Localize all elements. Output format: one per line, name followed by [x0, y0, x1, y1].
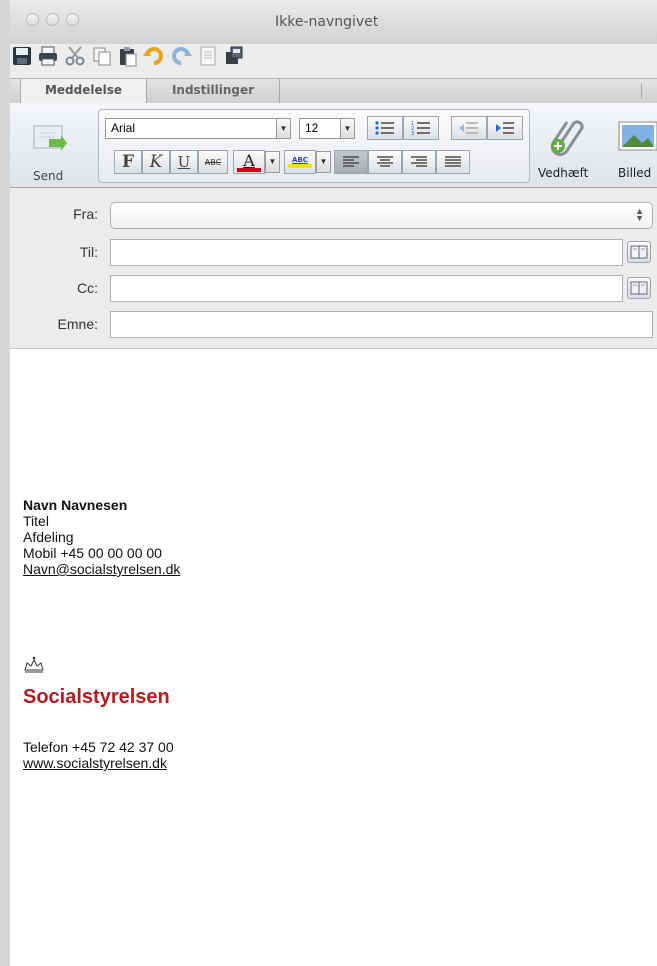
picture-icon: [618, 121, 657, 151]
crown-logo-icon: [24, 656, 44, 673]
justify-button[interactable]: [436, 150, 470, 174]
font-group: Arial ▼ 12 ▼ 123 F K U ABC A ▼ ABC ▼: [98, 109, 530, 183]
signature-mobile: Mobil +45 00 00 00 00: [23, 545, 162, 561]
attach-button[interactable]: Vedhæft: [534, 111, 600, 183]
increase-indent-button[interactable]: [487, 116, 523, 140]
title-bar: Ikke-navngivet: [10, 0, 657, 44]
chevron-down-icon[interactable]: ▼: [265, 151, 280, 173]
tab-divider: [641, 83, 642, 99]
save-icon[interactable]: [10, 44, 34, 68]
indent-icon: [496, 122, 514, 134]
from-label: Fra:: [73, 206, 98, 222]
ribbon: Send Arial ▼ 12 ▼ 123 F K U ABC A ▼ ABC …: [10, 103, 657, 188]
cut-icon[interactable]: [63, 44, 87, 68]
picture-label: Billed: [618, 166, 652, 180]
outdent-icon: [459, 122, 478, 134]
paste-icon[interactable]: [116, 44, 140, 68]
highlight-label: ABC: [292, 156, 308, 164]
align-left-button[interactable]: [334, 150, 368, 174]
svg-text:3: 3: [411, 131, 414, 135]
signature-phone: Telefon +45 72 42 37 00: [23, 739, 174, 755]
scrapbook-icon[interactable]: [222, 44, 246, 68]
window-title: Ikke-navngivet: [275, 14, 379, 30]
bullet-list-icon: [375, 121, 394, 135]
signature-name: Navn Navnesen: [23, 497, 128, 513]
signature-title: Titel: [23, 513, 49, 529]
numbered-list-button[interactable]: 123: [403, 116, 439, 140]
font-color-label: A: [243, 150, 255, 170]
redo-icon[interactable]: [169, 44, 193, 68]
chevron-down-icon[interactable]: ▼: [340, 118, 355, 139]
decrease-indent-button[interactable]: [451, 116, 487, 140]
cc-label: Cc:: [77, 280, 98, 296]
copy-icon[interactable]: [90, 44, 114, 68]
undo-icon[interactable]: [142, 44, 166, 68]
bold-button[interactable]: F: [114, 150, 142, 174]
compose-window: Ikke-navngivet Meddelelse Indstillinger …: [10, 0, 657, 966]
website-link[interactable]: www.socialstyrelsen.dk: [23, 755, 167, 771]
chevron-down-icon[interactable]: ▼: [316, 151, 331, 173]
underline-button[interactable]: U: [170, 150, 198, 174]
font-size-select[interactable]: 12: [299, 118, 341, 139]
standard-toolbar: [10, 42, 657, 72]
align-right-icon: [411, 156, 427, 167]
align-right-button[interactable]: [402, 150, 436, 174]
message-body[interactable]: Navn Navnesen Titel Afdeling Mobil +45 0…: [10, 349, 657, 966]
send-icon: [33, 125, 67, 151]
print-icon[interactable]: [36, 44, 60, 68]
numbered-list-icon: 123: [411, 121, 430, 135]
chevron-down-icon[interactable]: ▼: [276, 118, 291, 139]
minimize-window-button[interactable]: [46, 13, 59, 26]
send-label: Send: [33, 169, 64, 183]
highlight-button[interactable]: ABC: [284, 150, 316, 174]
bullet-list-button[interactable]: [367, 116, 403, 140]
justify-icon: [445, 156, 461, 167]
address-book-icon[interactable]: [627, 277, 651, 299]
address-book-icon[interactable]: [627, 241, 651, 263]
to-label: Til:: [79, 244, 98, 260]
align-center-icon: [377, 156, 393, 167]
align-center-button[interactable]: [368, 150, 402, 174]
document-icon[interactable]: [196, 44, 220, 68]
updown-arrows-icon: ▲ ▼: [635, 206, 644, 223]
from-select[interactable]: ▲ ▼: [110, 202, 653, 229]
send-group: Send: [15, 109, 85, 183]
signature-email-link[interactable]: Navn@socialstyrelsen.dk: [23, 561, 180, 577]
font-family-select[interactable]: Arial: [105, 118, 277, 139]
to-field[interactable]: [110, 239, 623, 266]
font-color-button[interactable]: A: [233, 150, 265, 174]
cc-field[interactable]: [110, 275, 623, 302]
subject-label: Emne:: [57, 316, 98, 332]
strikethrough-button[interactable]: ABC: [198, 150, 228, 174]
zoom-window-button[interactable]: [66, 13, 79, 26]
org-logo-text: Socialstyrelsen: [23, 686, 170, 708]
italic-button[interactable]: K: [142, 150, 170, 174]
subject-field[interactable]: [110, 311, 653, 338]
tab-indstillinger[interactable]: Indstillinger: [147, 79, 280, 103]
tab-meddelelse[interactable]: Meddelelse: [20, 79, 147, 105]
font-color-swatch: [237, 167, 261, 172]
highlight-swatch: [288, 164, 312, 168]
close-window-button[interactable]: [26, 13, 39, 26]
message-headers: Fra: ▲ ▼ Til: Cc: Emne:: [10, 188, 657, 349]
signature-department: Afdeling: [23, 529, 74, 545]
picture-button[interactable]: Billed: [614, 111, 657, 183]
ribbon-tabs: Meddelelse Indstillinger: [10, 78, 657, 105]
attach-label: Vedhæft: [538, 166, 589, 180]
send-button[interactable]: [31, 123, 67, 155]
align-left-icon: [343, 156, 359, 167]
paperclip-icon: [550, 120, 584, 156]
